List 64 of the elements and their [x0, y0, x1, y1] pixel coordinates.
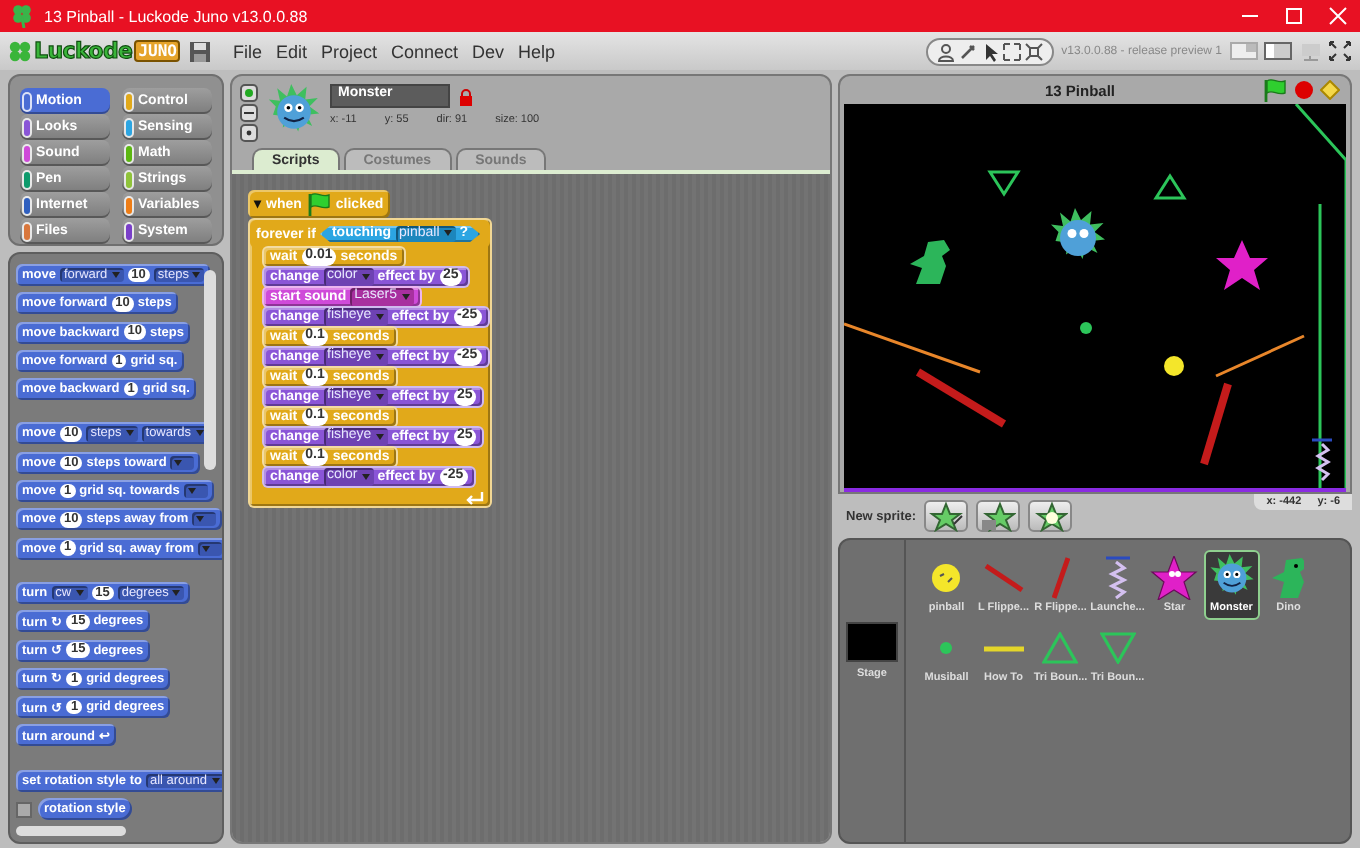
- bar-icon: [983, 564, 1024, 592]
- fullscreen-icon[interactable]: [1328, 40, 1352, 62]
- dinosaur-icon: [1272, 558, 1305, 598]
- new-sprite-button[interactable]: [1028, 500, 1073, 532]
- logo-badge: JUNO: [134, 40, 181, 62]
- rail-line: [844, 322, 981, 374]
- dinosaur-sprite: [910, 240, 950, 284]
- flag-icon: [1262, 78, 1288, 102]
- star-icon: [1150, 556, 1199, 600]
- small-ball: [1080, 322, 1092, 334]
- clover-icon: [10, 4, 34, 28]
- person-icon[interactable]: [935, 41, 956, 61]
- rotate-style-icon[interactable]: [240, 84, 258, 102]
- triangle-bumper: [987, 170, 1021, 197]
- spring-launcher: [1312, 438, 1332, 482]
- folder-star-icon: [980, 500, 1017, 532]
- dropdown-menu[interactable]: [192, 512, 217, 527]
- triangle-bumper: [1153, 173, 1187, 200]
- pinball: [1164, 356, 1184, 376]
- flipper-bar: [1200, 382, 1232, 466]
- no-rotate-icon[interactable]: [240, 124, 258, 142]
- menu-item[interactable]: File: [232, 41, 262, 61]
- loop-arrow-icon: [463, 489, 484, 505]
- new-sprite-button[interactable]: [976, 500, 1021, 532]
- logo-text: Luckode: [34, 38, 133, 64]
- triangle-icon: [1099, 632, 1136, 664]
- loop-block[interactable]: [248, 218, 492, 508]
- shrink-icon[interactable]: [1023, 41, 1044, 61]
- dropdown-menu[interactable]: [183, 484, 208, 499]
- dropdown-menu[interactable]: [198, 541, 222, 556]
- grow-icon[interactable]: [1001, 41, 1022, 61]
- rail-line: [1215, 334, 1305, 378]
- scrollbar[interactable]: [16, 826, 126, 836]
- stage-thumbnail[interactable]: [846, 622, 898, 662]
- dot-icon: [940, 642, 953, 654]
- menu-item[interactable]: Connect: [391, 41, 459, 61]
- menu-item[interactable]: Dev: [472, 41, 505, 61]
- spring-icon: [1105, 556, 1130, 600]
- random-star-icon: [1032, 500, 1069, 532]
- maximize-icon[interactable]: [1284, 6, 1304, 26]
- bar-icon: [1051, 556, 1070, 600]
- normal-stage-icon[interactable]: [1264, 40, 1292, 62]
- paint-star-icon: [928, 500, 965, 532]
- save-icon[interactable]: [188, 39, 213, 63]
- scrollbar[interactable]: [204, 270, 216, 470]
- close-icon[interactable]: [1328, 6, 1348, 26]
- flip-style-icon[interactable]: [240, 104, 258, 122]
- ball-icon: [932, 564, 961, 592]
- menu-item[interactable]: Help: [518, 41, 556, 61]
- clover-icon: [8, 39, 32, 63]
- new-sprite-button[interactable]: [924, 500, 969, 532]
- watcher-checkbox[interactable]: [16, 801, 32, 818]
- menu-item[interactable]: Project: [320, 41, 377, 61]
- menu-item[interactable]: Edit: [275, 41, 307, 61]
- monster-sprite: [1051, 208, 1105, 259]
- flipper-bar: [915, 368, 1007, 428]
- lock-icon[interactable]: [458, 87, 474, 105]
- triangle-icon: [1042, 632, 1079, 664]
- line-icon: [983, 645, 1024, 651]
- star-sprite: [1216, 240, 1268, 290]
- wand-icon[interactable]: [957, 41, 978, 61]
- window-title: 13 Pinball - Luckode Juno v13.0.0.88: [44, 7, 308, 25]
- flag-icon: [305, 192, 332, 216]
- dropdown-menu[interactable]: [170, 455, 195, 470]
